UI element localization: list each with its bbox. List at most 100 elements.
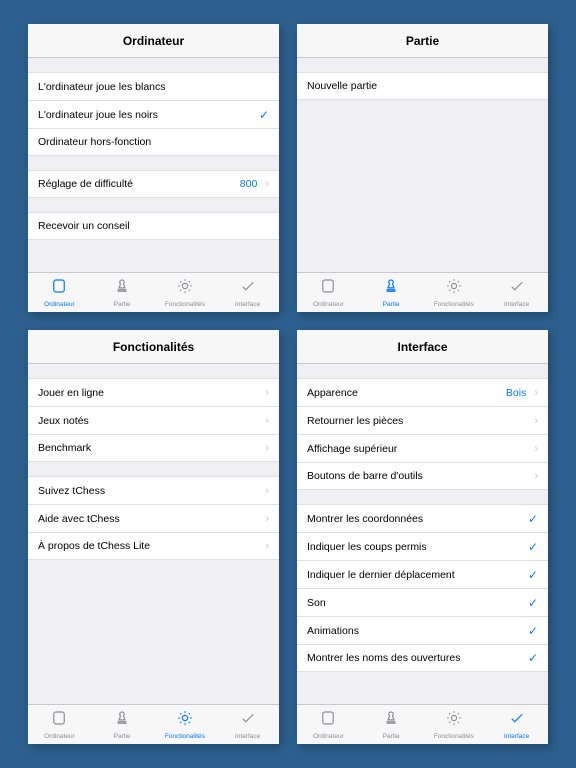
row-label: Réglage de difficulté (38, 178, 240, 190)
gear-icon (445, 709, 463, 732)
row-label: L'ordinateur joue les blancs (38, 81, 269, 93)
chevron-right-icon: › (265, 540, 269, 552)
pawn-icon (113, 709, 131, 732)
settings-group: Recevoir un conseil (28, 212, 279, 240)
tab-item[interactable]: Partie (360, 705, 423, 744)
tab-item[interactable]: Partie (360, 273, 423, 312)
page-title: Partie (297, 24, 548, 58)
tab-item[interactable]: Fonctionalités (154, 705, 217, 744)
settings-row[interactable]: Nouvelle partie (297, 72, 548, 100)
page-title: Interface (297, 330, 548, 364)
settings-row[interactable]: L'ordinateur joue les blancs (28, 72, 279, 100)
settings-row[interactable]: Montrer les noms des ouvertures✓ (297, 644, 548, 672)
settings-row[interactable]: Jeux notés › (28, 406, 279, 434)
row-label: Indiquer le dernier déplacement (307, 569, 524, 581)
settings-row[interactable]: Suivez tChess › (28, 476, 279, 504)
tab-label: Ordinateur (313, 733, 344, 740)
settings-row[interactable]: Montrer les coordonnées ✓ (297, 504, 548, 532)
settings-row[interactable]: Indiquer le dernier déplacement ✓ (297, 560, 548, 588)
row-label: Jeux notés (38, 415, 261, 427)
chevron-right-icon: › (265, 415, 269, 427)
settings-row[interactable]: ApparenceBois› (297, 378, 548, 406)
tab-item[interactable]: Partie (91, 273, 154, 312)
checkmark-icon: ✓ (259, 108, 269, 122)
row-label: Montrer les coordonnées (307, 513, 524, 525)
settings-row[interactable]: Recevoir un conseil (28, 212, 279, 240)
row-label: Retourner les pièces (307, 415, 530, 427)
settings-pane: InterfaceApparenceBois›Retourner les piè… (297, 330, 548, 744)
check-icon (239, 709, 257, 732)
settings-list: Nouvelle partie (297, 58, 548, 272)
page-title: Fonctionalités (28, 330, 279, 364)
settings-row[interactable]: Jouer en ligne› (28, 378, 279, 406)
tab-item[interactable]: Interface (216, 273, 279, 312)
row-label: Suivez tChess (38, 485, 261, 497)
chevron-right-icon: › (265, 485, 269, 497)
settings-list: Jouer en ligne› Jeux notés › Benchmark› Suiv… (28, 364, 279, 704)
settings-row[interactable]: Réglage de difficulté800 › (28, 170, 279, 198)
row-label: Indiquer les coups permis (307, 541, 524, 553)
tab-item[interactable]: Interface (485, 705, 548, 744)
row-label: Nouvelle partie (307, 80, 538, 92)
settings-row[interactable]: Affichage supérieur› (297, 434, 548, 462)
settings-row[interactable]: Indiquer les coups permis ✓ (297, 532, 548, 560)
tab-bar: Ordinateur Partie Fonctionalités Interface (297, 704, 548, 744)
check-icon (508, 709, 526, 732)
row-label: Ordinateur hors-fonction (38, 136, 269, 148)
settings-group: Nouvelle partie (297, 72, 548, 100)
settings-pane: PartieNouvelle partieOrdinateurPartieFon… (297, 24, 548, 312)
settings-row[interactable]: L'ordinateur joue les noirs✓ (28, 100, 279, 128)
checkmark-icon: ✓ (528, 568, 538, 582)
pawn-icon (382, 709, 400, 732)
settings-row[interactable]: Son✓ (297, 588, 548, 616)
checkmark-icon: ✓ (528, 540, 538, 554)
row-label: Apparence (307, 387, 506, 399)
page-title: Ordinateur (28, 24, 279, 58)
settings-row[interactable]: À propos de tChess Lite › (28, 532, 279, 560)
row-label: Affichage supérieur (307, 443, 530, 455)
tab-item[interactable]: Fonctionalités (423, 273, 486, 312)
tab-label: Fonctionalités (434, 733, 474, 740)
tab-item[interactable]: Partie (91, 705, 154, 744)
settings-row[interactable]: Retourner les pièces › (297, 406, 548, 434)
pawn-icon (382, 277, 400, 300)
tab-label: Partie (114, 301, 131, 308)
settings-list: ApparenceBois›Retourner les pièces›Affic… (297, 364, 548, 704)
tab-item[interactable]: Ordinateur (297, 705, 360, 744)
row-label: Boutons de barre d'outils (307, 470, 530, 482)
settings-group: L'ordinateur joue les blancs L'ordinateur… (28, 72, 279, 156)
tab-label: Ordinateur (44, 733, 75, 740)
row-value: Bois (506, 387, 526, 399)
computer-icon (50, 277, 68, 300)
settings-row[interactable]: Benchmark› (28, 434, 279, 462)
settings-row[interactable]: Aide avec tChess› (28, 504, 279, 532)
row-value: 800 (240, 178, 258, 190)
checkmark-icon: ✓ (528, 512, 538, 526)
computer-icon (319, 709, 337, 732)
tab-label: Ordinateur (313, 301, 344, 308)
tab-item[interactable]: Interface (216, 705, 279, 744)
settings-row[interactable]: Animations✓ (297, 616, 548, 644)
settings-row[interactable]: Boutons de barre d'outils › (297, 462, 548, 490)
tab-item[interactable]: Ordinateur (28, 273, 91, 312)
settings-group: Réglage de difficulté800 › (28, 170, 279, 198)
row-label: Recevoir un conseil (38, 220, 269, 232)
chevron-right-icon: › (265, 178, 269, 190)
chevron-right-icon: › (265, 513, 269, 525)
gear-icon (176, 277, 194, 300)
tab-label: Interface (235, 301, 260, 308)
chevron-right-icon: › (534, 415, 538, 427)
tab-item[interactable]: Ordinateur (28, 705, 91, 744)
tab-label: Interface (504, 733, 529, 740)
row-label: À propos de tChess Lite (38, 540, 261, 552)
tab-item[interactable]: Fonctionalités (154, 273, 217, 312)
settings-pane: OrdinateurL'ordinateur joue les blancsL'… (28, 24, 279, 312)
chevron-right-icon: › (534, 470, 538, 482)
tab-item[interactable]: Fonctionalités (423, 705, 486, 744)
settings-row[interactable]: Ordinateur hors-fonction (28, 128, 279, 156)
gear-icon (176, 709, 194, 732)
tab-label: Interface (235, 733, 260, 740)
tab-item[interactable]: Interface (485, 273, 548, 312)
tab-label: Partie (114, 733, 131, 740)
tab-item[interactable]: Ordinateur (297, 273, 360, 312)
